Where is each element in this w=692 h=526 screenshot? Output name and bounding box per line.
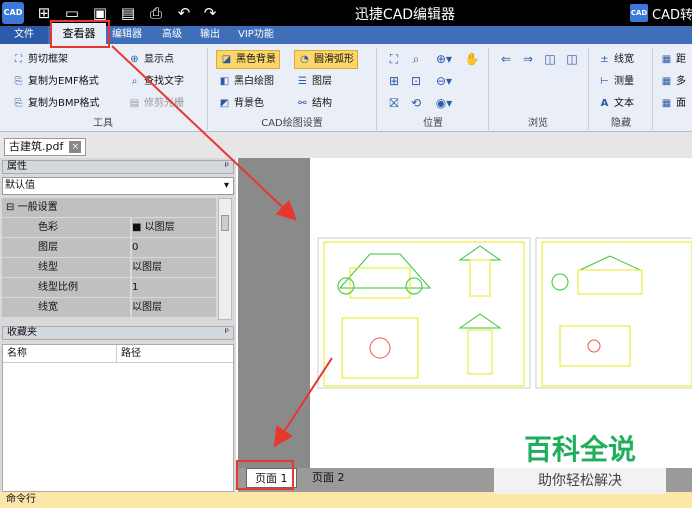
watermark-title: 百科全说: [523, 433, 636, 466]
watermark-subtitle: 助你轻松解决: [494, 468, 666, 494]
arrow-1: [111, 45, 297, 221]
arrow-2: [273, 357, 333, 448]
